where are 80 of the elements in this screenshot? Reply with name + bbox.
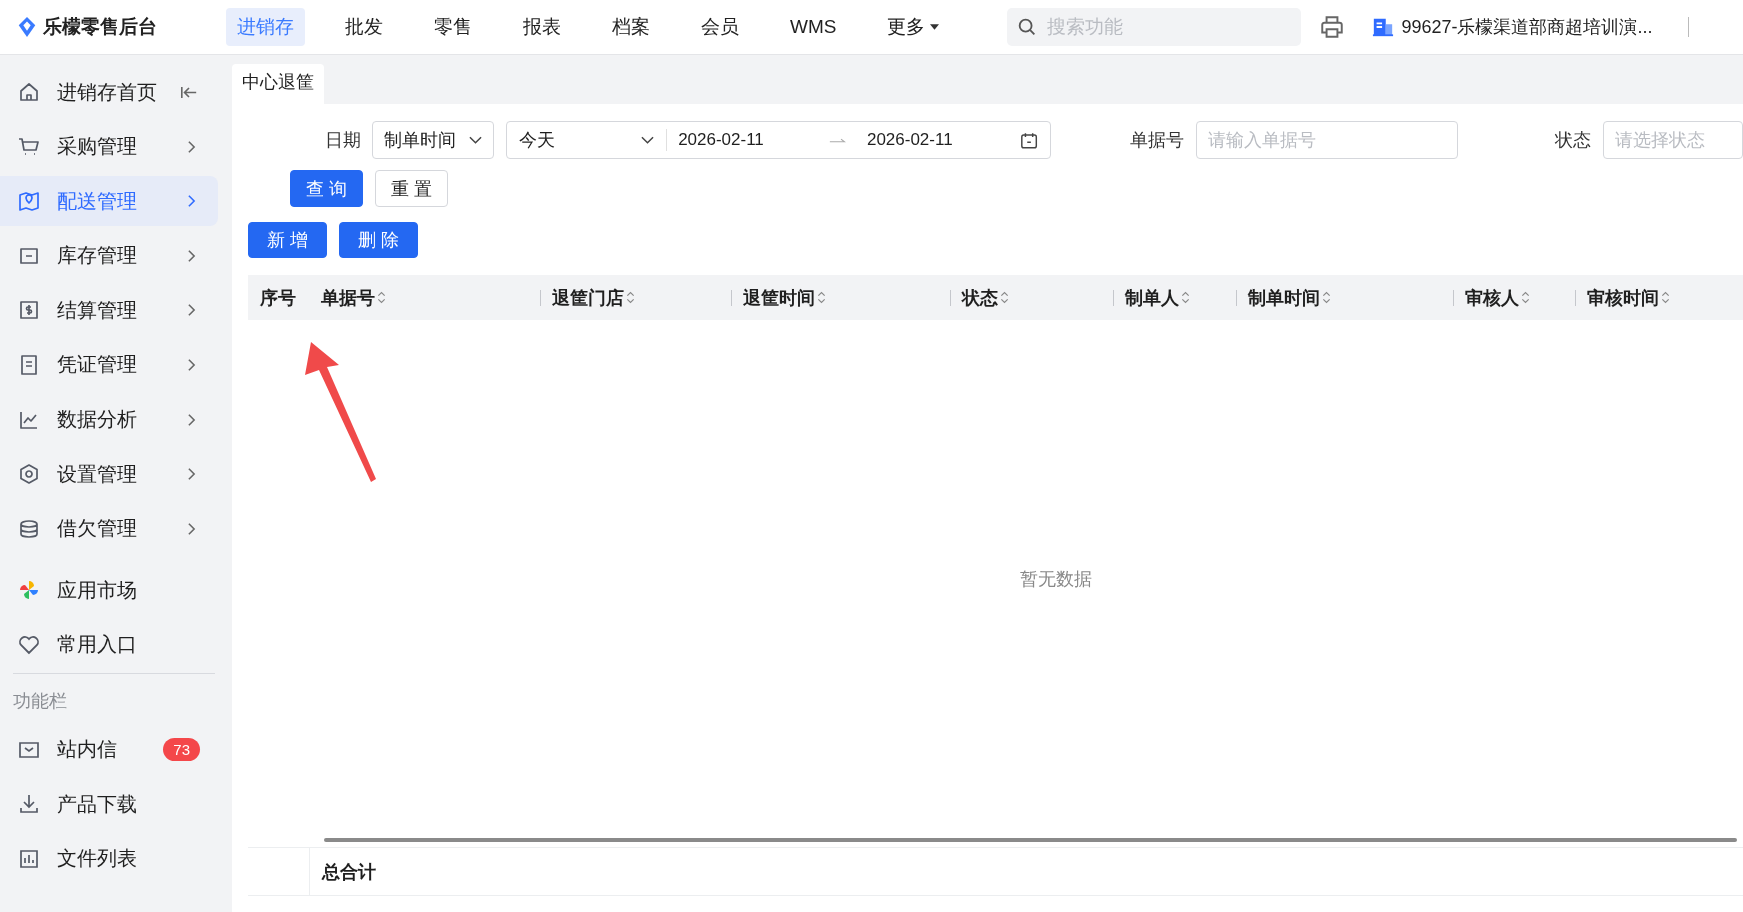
search-field[interactable]: 搜索功能 [1007, 8, 1302, 46]
sidebar-item[interactable]: 应用市场 [0, 565, 218, 616]
calendar-icon[interactable] [1019, 130, 1038, 150]
sort-icon[interactable] [1661, 290, 1670, 305]
menu-icon [17, 462, 41, 487]
sidebar-item[interactable]: 库存管理 [0, 230, 218, 281]
store-name[interactable]: 99627-乐檬渠道部商超培训演... [1401, 15, 1653, 39]
sidebar-item[interactable]: 进销存首页 [0, 67, 218, 117]
logo-icon [16, 16, 38, 38]
nav-tab[interactable]: 更多 [876, 8, 951, 46]
date-type-select[interactable]: 制单时间 [372, 121, 494, 159]
chevron-icon [187, 357, 196, 372]
sidebar-item[interactable]: 文件列表 [0, 833, 218, 884]
column-header: 序号 [260, 286, 296, 310]
chevron-down-icon [468, 136, 482, 144]
column-header[interactable]: 单据号 [321, 285, 375, 310]
collapse-icon[interactable] [180, 84, 198, 100]
range-select[interactable]: 今天 [506, 129, 668, 151]
bill-number-field[interactable]: 请输入单据号 [1195, 121, 1458, 159]
column-header[interactable]: 退筐时间 [743, 285, 815, 310]
status-select[interactable]: 请选择状态 [1603, 121, 1743, 159]
column-header[interactable]: 状态 [962, 285, 998, 310]
sort-icon[interactable] [626, 290, 635, 305]
sidebar-item[interactable]: 凭证管理 [0, 339, 218, 390]
end-date: 2026-02-11 [866, 130, 954, 150]
printer-icon[interactable] [1319, 14, 1346, 40]
nav-tab[interactable]: 零售 [423, 8, 483, 46]
delete-button[interactable]: 删 除 [339, 222, 419, 258]
nav-tab[interactable]: 批发 [334, 8, 394, 46]
nav-tab[interactable]: 报表 [512, 8, 572, 46]
reset-button[interactable]: 重 置 [375, 170, 449, 207]
filter-label: 单据号 [1129, 129, 1184, 152]
menu-icon [17, 80, 41, 104]
scrollbar[interactable] [324, 838, 1737, 842]
sidebar-item[interactable]: 采购管理 [0, 121, 218, 172]
nav-tab[interactable]: 档案 [601, 8, 661, 46]
sidebar-item[interactable]: 设置管理 [0, 449, 218, 500]
sidebar-item[interactable]: 产品下载 [0, 779, 218, 830]
nav-tab[interactable]: 会员 [690, 8, 750, 46]
sidebar-item[interactable]: 配送管理 [0, 176, 218, 227]
unread-badge: 73 [163, 738, 200, 762]
sidebar-item[interactable]: 结算管理 [0, 285, 218, 336]
column-header[interactable]: 制单人 [1125, 285, 1179, 310]
column-header[interactable]: 审核时间 [1587, 285, 1659, 310]
sidebar-item[interactable]: 站内信 73 [0, 724, 218, 775]
logo-text: 乐檬零售后台 [43, 15, 157, 39]
column-header[interactable]: 审核人 [1465, 285, 1519, 310]
filter-label: 日期 [325, 129, 361, 152]
sort-icon[interactable] [1322, 290, 1331, 305]
sort-icon[interactable] [377, 290, 386, 305]
menu-icon [17, 189, 41, 214]
empty-message: 暂无数据 [1019, 568, 1092, 591]
chevron-icon [187, 194, 196, 209]
sort-icon[interactable] [1000, 290, 1009, 305]
section-label: 功能栏 [13, 689, 68, 713]
chevron-icon [187, 303, 196, 318]
date-range-field[interactable]: 今天 2026-02-11 2026-02-11 [505, 121, 1051, 159]
chevron-icon [187, 521, 196, 536]
sort-icon[interactable] [817, 290, 826, 305]
sort-icon[interactable] [1181, 290, 1190, 305]
chevron-icon [187, 248, 196, 263]
sidebar-item[interactable]: 借欠管理 [0, 503, 218, 554]
total-label: 总合计 [322, 860, 376, 884]
sort-icon[interactable] [1521, 290, 1530, 305]
building-icon [1372, 16, 1395, 38]
column-header[interactable]: 制单时间 [1248, 285, 1320, 310]
nav-tab[interactable]: WMS [779, 10, 848, 44]
chevron-icon [187, 412, 196, 427]
chevron-down-icon [641, 136, 655, 144]
page-tab[interactable]: 中心退筐 [232, 64, 324, 104]
add-button[interactable]: 新 增 [248, 222, 327, 258]
start-date: 2026-02-11 [678, 130, 765, 150]
sidebar-item[interactable]: 数据分析 [0, 394, 218, 445]
sidebar-item[interactable]: 常用入口 [0, 619, 218, 670]
caret-icon [930, 24, 940, 30]
chevron-icon [187, 139, 196, 154]
column-header[interactable]: 退筐门店 [552, 285, 624, 310]
query-button[interactable]: 查 询 [290, 170, 363, 207]
chevron-icon [187, 467, 196, 482]
filter-label: 状态 [1555, 129, 1591, 152]
